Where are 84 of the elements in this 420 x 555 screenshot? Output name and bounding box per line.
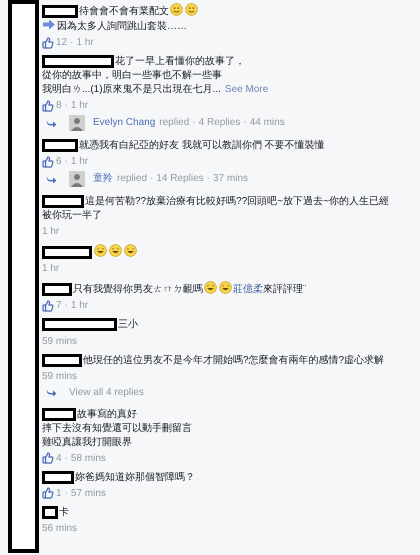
comment-text: 就憑我有白紀亞的好友 我就可以教訓你們 不要不懂裝懂 <box>79 140 325 152</box>
reply-author-link[interactable]: 童羚 <box>93 171 113 188</box>
comment-text: 妳爸媽知道妳那個智障嗎？ <box>75 472 195 483</box>
separator-dot: · <box>64 452 68 465</box>
redaction-bar <box>42 195 84 208</box>
reply-time: 44 mins <box>250 116 285 130</box>
laughing-face-icon <box>94 244 107 258</box>
like-count[interactable]: 12 <box>56 36 68 49</box>
separator-dot: · <box>64 486 68 500</box>
comment-text: 這是何苦勒??放棄治療有比較好嗎??回頭吧~放下過去~你的人生已經 <box>85 196 389 208</box>
comment-text: 他現任的這位男友不是今年才開始嗎?怎麼會有兩年的感情?虛心求解 <box>83 354 384 366</box>
timestamp: 1 hr <box>42 225 60 238</box>
redaction-bar <box>42 246 92 260</box>
separator-dot: · <box>70 36 74 49</box>
laughing-face-icon <box>124 244 137 258</box>
timestamp: 59 mins <box>42 334 78 348</box>
thumbs-up-icon[interactable] <box>42 487 54 500</box>
laughing-face-icon <box>109 244 122 258</box>
like-count[interactable]: 7 <box>56 299 62 312</box>
thumbs-up-icon[interactable] <box>42 100 54 112</box>
redaction-bar <box>42 55 114 68</box>
comment-text: 雞啞真讓我打開眼界 <box>42 436 132 448</box>
separator-dot: · <box>243 116 247 130</box>
reply-time: 37 mins <box>212 172 248 186</box>
separator-dot: · <box>64 155 68 168</box>
timestamp: 56 mins <box>42 522 78 536</box>
timestamp: 1 hr <box>70 155 88 168</box>
redaction-bar <box>42 283 72 296</box>
comment-text: 只有我覺得你男友ㄊㄇㄉ靦嗎 <box>73 284 203 296</box>
timestamp: 1 hr <box>70 299 88 312</box>
timestamp: 1 hr <box>76 36 94 49</box>
comment-text: 三小 <box>118 320 138 331</box>
timestamp: 1 hr <box>42 262 60 276</box>
avatar <box>69 115 85 132</box>
comment-text: 我明白ㄌ...(1)原來鬼不是只出現在七月... <box>42 84 221 96</box>
laughing-face-icon <box>204 281 217 294</box>
redaction-bar <box>42 139 78 152</box>
reply-count-link[interactable]: 4 Replies <box>198 115 240 132</box>
comment-text: 從你的故事中，明白一些事也不解一些事 <box>42 70 222 82</box>
avatar <box>69 171 85 188</box>
separator-dot: · <box>150 172 154 186</box>
comment-text: 因為太多人詢問跳山套裝…… <box>57 21 187 32</box>
comment-text: 卡 <box>59 507 69 518</box>
timestamp: 1 hr <box>70 99 88 112</box>
smiling-face-icon <box>170 3 183 16</box>
smiling-face-icon <box>185 3 198 16</box>
like-count[interactable]: 1 <box>56 486 62 500</box>
thumbs-up-icon[interactable] <box>42 452 54 464</box>
see-more-link[interactable]: See More <box>224 84 268 96</box>
laughing-face-icon <box>219 281 232 294</box>
timestamp: 58 mins <box>70 452 106 465</box>
timestamp: 57 mins <box>70 486 106 500</box>
timestamp: 59 mins <box>42 370 78 383</box>
like-count[interactable]: 4 <box>56 452 62 465</box>
comment-text: 摔下去沒有知覺還可以動手刪留言 <box>42 422 192 434</box>
view-replies-link[interactable]: View all 4 replies <box>69 384 144 400</box>
reply-action: replied <box>159 116 190 130</box>
redaction-bar <box>42 470 74 484</box>
redaction-bar <box>42 408 76 421</box>
reply-arrow-icon <box>46 174 57 184</box>
comment-text: 來評評理¨ <box>263 284 306 296</box>
thumbs-up-icon[interactable] <box>42 36 54 48</box>
like-count[interactable]: 8 <box>56 99 62 112</box>
redaction-bar <box>42 4 78 18</box>
separator-dot: · <box>206 172 210 186</box>
thumbs-up-icon[interactable] <box>42 300 54 312</box>
reply-count-link[interactable]: 14 Replies <box>156 171 204 188</box>
separator-dot: · <box>64 99 68 112</box>
right-arrow-icon <box>42 19 56 30</box>
redaction-bar <box>42 506 58 519</box>
comment-text: 故事寫的真好 <box>77 408 137 420</box>
separator-dot: · <box>192 116 196 130</box>
reply-author-link[interactable]: Evelyn Chang <box>93 115 156 132</box>
comment-text: 花了一早上看懂你的故事了， <box>115 56 245 68</box>
reply-arrow-icon <box>46 388 57 397</box>
mention-link[interactable]: 莊億柔 <box>233 284 263 296</box>
like-count[interactable]: 6 <box>56 155 62 168</box>
redaction-bar <box>42 354 82 367</box>
separator-dot: · <box>64 299 68 312</box>
comment-text: 被你玩一半了 <box>42 210 102 222</box>
thumbs-up-icon[interactable] <box>42 156 54 168</box>
comment-text: 待會會不會有業配文 <box>79 6 169 17</box>
reply-action: replied <box>117 172 148 186</box>
reply-arrow-icon <box>46 118 57 128</box>
